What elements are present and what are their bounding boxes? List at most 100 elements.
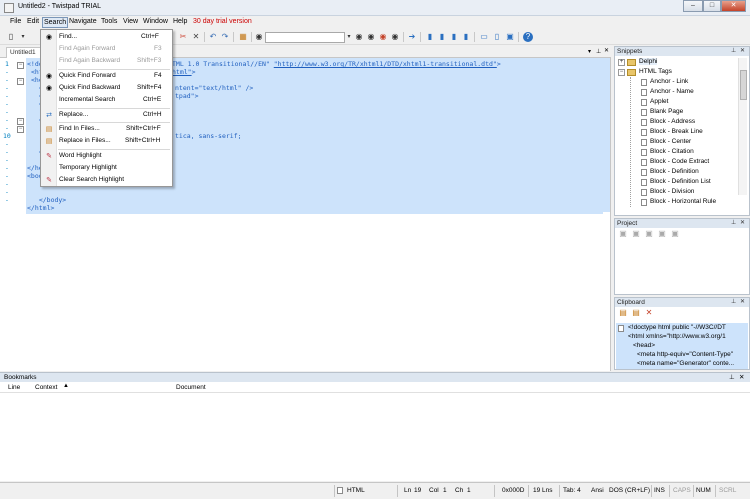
- go-to-icon[interactable]: ➔: [407, 32, 417, 42]
- column-line[interactable]: Line: [8, 384, 20, 391]
- menu-help[interactable]: Help: [173, 18, 187, 25]
- menu-tools[interactable]: Tools: [101, 18, 117, 25]
- snippet-item[interactable]: Block - Definition: [650, 168, 699, 175]
- encoding[interactable]: Ansi: [591, 487, 604, 494]
- code-link[interactable]: "http://www.w3.org/TR/xhtml1/DTD/xhtml1-…: [274, 60, 497, 68]
- pin-icon[interactable]: ⊥: [729, 373, 735, 382]
- snippet-item[interactable]: Block - Citation: [650, 148, 694, 155]
- combo-arrow-icon[interactable]: ▾: [344, 32, 354, 42]
- pin-icon[interactable]: ⊥: [731, 47, 736, 56]
- undo-icon[interactable]: ↶: [208, 32, 218, 42]
- snippets-header: Snippets ⊥ ✕: [615, 47, 749, 56]
- collapse-icon[interactable]: −: [618, 69, 625, 76]
- tab-untitled1[interactable]: Untitled1: [6, 47, 42, 58]
- delete-icon[interactable]: ✕: [191, 32, 201, 42]
- menu-file[interactable]: File: [10, 18, 21, 25]
- project-remove-icon[interactable]: ▣: [657, 229, 667, 239]
- menu-item-clear-search-highlight[interactable]: ✎ Clear Search Highlight: [41, 174, 172, 186]
- clipboard-copy-icon[interactable]: ▤: [631, 308, 641, 318]
- panel-close-icon[interactable]: ✕: [740, 219, 745, 228]
- menu-item-replace[interactable]: ⇄ Replace... Ctrl+H: [41, 109, 172, 121]
- menu-view[interactable]: View: [123, 18, 138, 25]
- close-button[interactable]: ✕: [721, 0, 746, 12]
- menu-item-find-in-files[interactable]: ▤ Find In Files... Shift+Ctrl+F: [41, 123, 172, 135]
- menu-item-find-again-backward[interactable]: Find Again Backward Shift+F3: [41, 55, 172, 67]
- find-prev-icon[interactable]: ◉: [366, 32, 376, 42]
- column-context[interactable]: Context: [35, 384, 57, 391]
- tab-pin-icon[interactable]: ⊥: [596, 48, 601, 55]
- menu-item-word-highlight[interactable]: ✎ Word Highlight: [41, 150, 172, 162]
- redo-icon[interactable]: ↷: [220, 32, 230, 42]
- project-add-icon[interactable]: ▣: [618, 229, 628, 239]
- pin-icon[interactable]: ⊥: [731, 298, 736, 307]
- maximize-button[interactable]: □: [703, 0, 721, 12]
- menu-item-quick-find-backward[interactable]: ◉ Quick Find Backward Shift+F4: [41, 82, 172, 94]
- menu-item-find-again-forward[interactable]: Find Again Forward F3: [41, 43, 172, 55]
- menu-window[interactable]: Window: [143, 18, 168, 25]
- project-settings-icon[interactable]: ▣: [670, 229, 680, 239]
- menu-item-temporary-highlight[interactable]: Temporary Highlight: [41, 162, 172, 174]
- clipboard-clear-icon[interactable]: ✕: [644, 308, 654, 318]
- line-endings[interactable]: DOS (CR+LF): [609, 487, 650, 494]
- panel-close-icon[interactable]: ✕: [740, 47, 745, 56]
- dropdown-arrow-icon[interactable]: ▾: [18, 32, 28, 42]
- menu-edit[interactable]: Edit: [27, 18, 39, 25]
- code-link[interactable]: html": [172, 68, 192, 76]
- snippet-item[interactable]: Block - Division: [650, 188, 694, 195]
- split-vertical-icon[interactable]: ▯: [492, 32, 502, 42]
- search-combo[interactable]: [265, 32, 345, 43]
- menu-item-quick-find-forward[interactable]: ◉ Quick Find Forward F4: [41, 70, 172, 82]
- fold-toggle-icon[interactable]: −: [17, 62, 24, 69]
- snippet-item[interactable]: Applet: [650, 98, 668, 105]
- bookmark-prev-icon[interactable]: ▮: [437, 32, 447, 42]
- fold-toggle-icon[interactable]: −: [17, 126, 24, 133]
- menu-search[interactable]: Search: [42, 17, 69, 28]
- split-horizontal-icon[interactable]: ▭: [479, 32, 489, 42]
- scrollbar-thumb[interactable]: [740, 70, 747, 100]
- clipboard-paste-icon[interactable]: ▤: [618, 308, 628, 318]
- snippet-item[interactable]: Blank Page: [650, 108, 683, 115]
- bookmark-toggle-icon[interactable]: ▮: [425, 32, 435, 42]
- snippet-item[interactable]: Anchor - Name: [650, 88, 694, 95]
- fold-toggle-icon[interactable]: −: [17, 118, 24, 125]
- binoculars-toolbar-icon[interactable]: ◉: [254, 32, 264, 42]
- bookmark-clear-icon[interactable]: ▮: [461, 32, 471, 42]
- find-highlight-icon[interactable]: ◉: [378, 32, 388, 42]
- find-files-toolbar-icon[interactable]: ◉: [390, 32, 400, 42]
- help-icon[interactable]: ?: [523, 32, 533, 42]
- expand-icon[interactable]: +: [618, 59, 625, 66]
- pin-icon[interactable]: ⊥: [731, 219, 736, 228]
- snippet-item[interactable]: Block - Definition List: [650, 178, 711, 185]
- bookmark-next-icon[interactable]: ▮: [449, 32, 459, 42]
- minimize-button[interactable]: –: [683, 0, 703, 12]
- clipboard-entry[interactable]: <!doctype html public "-//W3C//DT <html …: [616, 323, 748, 369]
- menu-item-incremental-search[interactable]: Incremental Search Ctrl+E: [41, 94, 172, 106]
- fold-toggle-icon[interactable]: −: [17, 78, 24, 85]
- syntax-mode[interactable]: HTML: [347, 487, 365, 494]
- find-next-icon[interactable]: ◉: [354, 32, 364, 42]
- cut-icon[interactable]: ✂: [178, 32, 188, 42]
- project-open-icon[interactable]: ▣: [631, 229, 641, 239]
- tab-close-icon[interactable]: ✕: [604, 47, 609, 54]
- tab-menu-icon[interactable]: ▾: [588, 48, 591, 55]
- panel-close-icon[interactable]: ✕: [739, 373, 744, 382]
- snippet-item[interactable]: Block - Code Extract: [650, 158, 709, 165]
- snippets-scrollbar[interactable]: [738, 58, 747, 195]
- menu-item-replace-in-files[interactable]: ▤ Replace in Files... Shift+Ctrl+H: [41, 135, 172, 147]
- window-tile-icon[interactable]: ▣: [505, 32, 515, 42]
- folder-html-tags[interactable]: HTML Tags: [639, 68, 672, 75]
- new-file-icon[interactable]: ▯: [6, 32, 16, 42]
- snippet-item[interactable]: Block - Break Line: [650, 128, 703, 135]
- snippet-item[interactable]: Anchor - Link: [650, 78, 688, 85]
- snippet-item[interactable]: Block - Center: [650, 138, 691, 145]
- snippet-item[interactable]: Block - Address: [650, 118, 695, 125]
- menu-item-find[interactable]: ◉ Find... Ctrl+F: [41, 31, 172, 43]
- column-document[interactable]: Document: [176, 384, 206, 391]
- folder-delphi[interactable]: Delphi: [639, 58, 658, 65]
- tab-size[interactable]: Tab: 4: [563, 487, 581, 494]
- snippet-item[interactable]: Block - Horizontal Rule: [650, 198, 716, 205]
- panel-close-icon[interactable]: ✕: [740, 298, 745, 307]
- project-save-icon[interactable]: ▣: [644, 229, 654, 239]
- bookmark-icon[interactable]: ▦: [238, 32, 248, 42]
- menu-navigate[interactable]: Navigate: [69, 18, 97, 25]
